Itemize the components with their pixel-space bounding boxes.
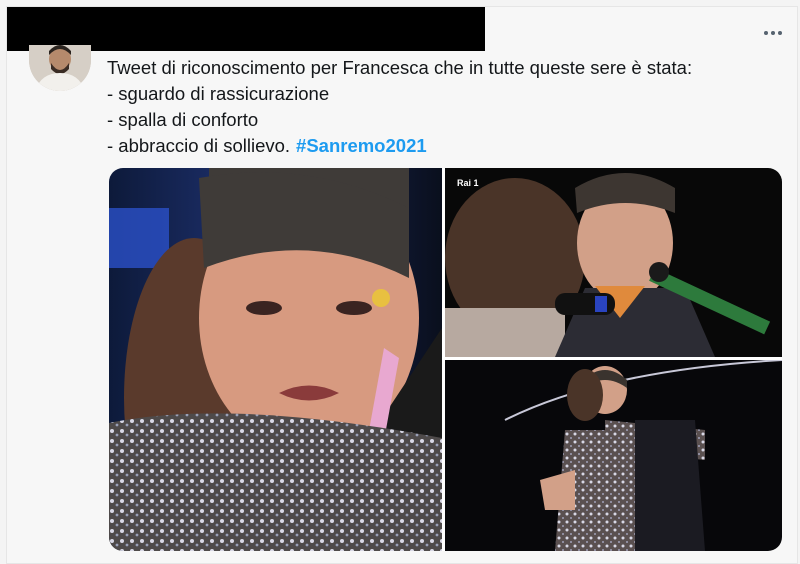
broadcaster-logo: Rai 1 bbox=[457, 178, 479, 188]
tweet-line: - spalla di conforto bbox=[107, 109, 259, 130]
tweet-line: Tweet di riconoscimento per Francesca ch… bbox=[107, 57, 693, 78]
more-options-icon[interactable] bbox=[763, 27, 783, 39]
tweet-line-with-hashtag: - abbraccio di sollievo. #Sanremo2021 bbox=[107, 133, 787, 159]
avatar[interactable] bbox=[29, 45, 91, 91]
photo-man-crying[interactable] bbox=[109, 168, 442, 551]
photo-couple-embracing[interactable] bbox=[445, 360, 782, 551]
media-grid: Rai 1 bbox=[109, 168, 782, 551]
tweet-line: - abbraccio di sollievo. bbox=[107, 135, 291, 156]
tweet-text: Tweet di riconoscimento per Francesca ch… bbox=[107, 55, 787, 159]
photo-couple-microphone[interactable]: Rai 1 bbox=[445, 168, 782, 357]
tweet-card: Tweet di riconoscimento per Francesca ch… bbox=[6, 6, 798, 564]
tweet-line: - sguardo di rassicurazione bbox=[107, 83, 330, 104]
hashtag-link[interactable]: #Sanremo2021 bbox=[296, 135, 427, 156]
